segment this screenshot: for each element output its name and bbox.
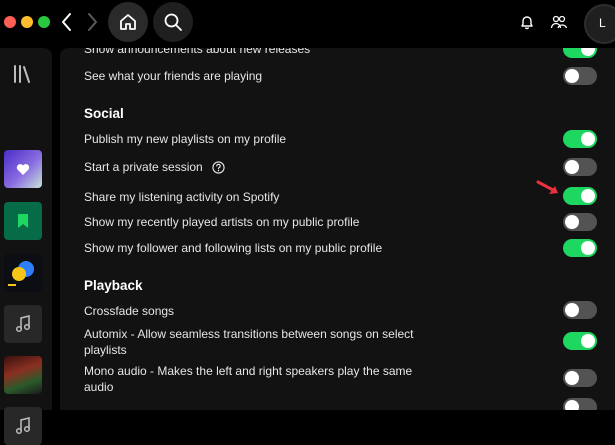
forward-button[interactable] [82,9,102,35]
toggle-new-releases[interactable] [563,48,597,58]
sidebar-item-playlist-cover[interactable] [4,254,42,292]
sidebar [0,48,52,445]
toggle-knob [581,241,595,255]
setting-label: Automix - Allow seamless transitions bet… [84,327,414,357]
window-close-button[interactable] [4,16,16,28]
search-icon [164,13,182,31]
sidebar-item-liked-songs[interactable] [4,150,42,188]
toggle-knob [581,132,595,146]
setting-label: See what your friends are playing [84,69,263,83]
bell-icon [521,16,533,30]
sidebar-item-playlist[interactable] [4,305,42,343]
toggle-knob [565,69,579,83]
toggle-next-setting[interactable] [563,398,597,410]
toggle-knob [565,371,579,385]
music-note-icon [15,315,31,333]
your-library-button[interactable] [11,63,35,85]
toggle-mono-audio[interactable] [563,369,597,387]
back-button[interactable] [57,9,77,35]
section-heading-social: Social [84,106,124,121]
toggle-crossfade[interactable] [563,301,597,319]
toggle-share-listening-activity[interactable] [563,187,597,205]
home-icon [120,14,136,30]
setting-label: Show my recently played artists on my pu… [84,215,360,229]
toggle-automix[interactable] [563,332,597,350]
toggle-knob [565,160,579,174]
settings-panel: Show announcements about new releases Se… [60,48,615,410]
toggle-private-session[interactable] [563,158,597,176]
toggle-follower-lists[interactable] [563,239,597,257]
avatar-initial: L [599,16,606,30]
friend-activity-button[interactable] [548,11,570,33]
top-bar: L [0,0,615,48]
toggle-knob [581,189,595,203]
setting-label: Start a private session [84,160,203,174]
toggle-publish-playlists[interactable] [563,130,597,148]
window-minimize-button[interactable] [21,16,33,28]
toggle-knob [565,215,579,229]
help-icon[interactable] [212,161,225,174]
setting-label: Show my follower and following lists on … [84,241,383,255]
setting-label: Mono audio - Makes the left and right sp… [84,364,413,394]
setting-label: Crossfade songs [84,304,175,318]
friends-icon [550,15,568,29]
home-button[interactable] [108,2,148,42]
playlist-cover-art [8,261,34,286]
search-button[interactable] [153,2,193,42]
forward-icon [88,13,97,31]
toggle-knob [565,303,579,317]
window-zoom-button[interactable] [38,16,50,28]
toggle-knob [581,48,595,56]
notifications-button[interactable] [516,11,538,33]
user-avatar-button[interactable]: L [584,4,615,44]
toggle-recently-played-artists[interactable] [563,213,597,231]
annotation-arrow-icon [536,180,558,194]
toggle-friends-playing[interactable] [563,67,597,85]
setting-row-private-session: Start a private session [84,159,544,175]
bookmark-icon [18,214,28,228]
toggle-knob [581,334,595,348]
library-icon [14,65,30,83]
sidebar-item-your-episodes[interactable] [4,202,42,240]
heart-icon [16,163,30,175]
back-icon [62,13,71,31]
setting-label: Show announcements about new releases [84,48,311,56]
setting-label: Share my listening activity on Spotify [84,190,280,204]
toggle-knob [565,400,579,410]
sidebar-item-album-cover[interactable] [4,356,42,394]
setting-label: Publish my new playlists on my profile [84,132,287,146]
music-note-icon [15,417,31,435]
sidebar-item-playlist[interactable] [4,407,42,445]
section-heading-playback: Playback [84,278,143,293]
